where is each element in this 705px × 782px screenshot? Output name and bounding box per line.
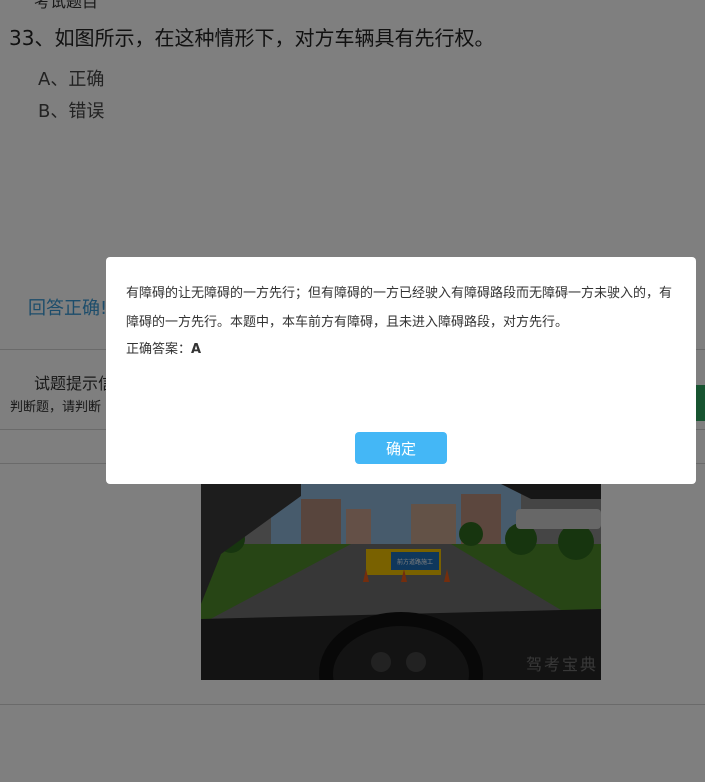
correct-answer-value: A: [191, 342, 202, 357]
correct-answer-label: 正确答案：: [126, 342, 192, 357]
explanation-dialog: 有障碍的让无障碍的一方先行；但有障碍的一方已经驶入有障碍路段而无障碍一方未驶入的…: [106, 257, 696, 484]
correct-answer: 正确答案：A: [126, 338, 201, 357]
explanation-text: 有障碍的让无障碍的一方先行；但有障碍的一方已经驶入有障碍路段而无障碍一方未驶入的…: [126, 286, 673, 330]
confirm-button[interactable]: 确定: [355, 432, 447, 464]
